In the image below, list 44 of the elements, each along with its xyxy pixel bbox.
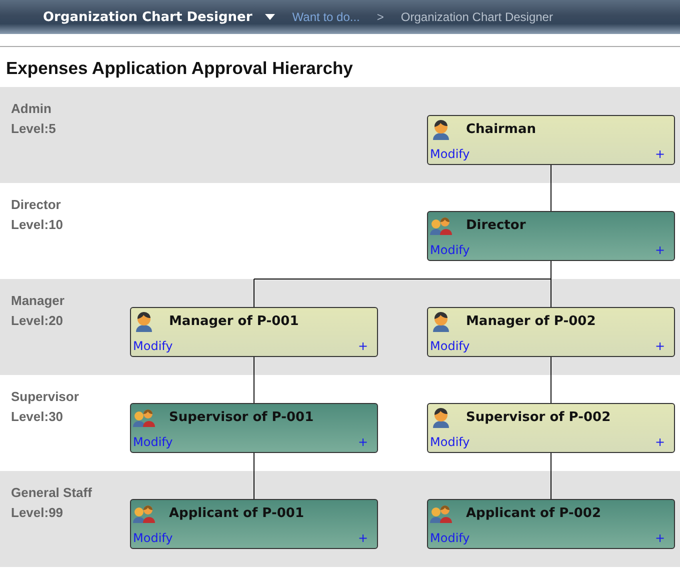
node-title: Supervisor of P-001 <box>169 410 314 424</box>
person-icon <box>430 118 452 140</box>
want-to-do-link[interactable]: Want to do... <box>292 10 360 24</box>
caret-icon[interactable] <box>265 14 276 20</box>
add-child-button[interactable]: + <box>358 530 374 546</box>
node-title: Supervisor of P-002 <box>466 410 611 424</box>
add-child-button[interactable]: + <box>358 434 374 450</box>
modify-link[interactable]: Modify <box>133 434 173 450</box>
modify-link[interactable]: Modify <box>430 146 470 162</box>
add-child-button[interactable]: + <box>654 242 671 258</box>
add-child-button[interactable]: + <box>654 146 671 162</box>
level-number: Level:10 <box>11 216 64 234</box>
modify-link[interactable]: Modify <box>430 242 470 258</box>
node-title: Manager of P-002 <box>466 314 596 328</box>
level-number: Level:20 <box>11 312 64 330</box>
person-icon <box>430 406 452 428</box>
modify-link[interactable]: Modify <box>133 338 173 354</box>
level-number: Level:99 <box>11 504 64 522</box>
add-child-button[interactable]: + <box>358 338 374 354</box>
modify-link[interactable]: Modify <box>133 530 173 546</box>
page-title: Expenses Application Approval Hierarchy <box>5 57 354 80</box>
modify-link[interactable]: Modify <box>430 434 470 450</box>
level-name: Director <box>11 196 61 214</box>
person-icon <box>430 310 452 332</box>
node-title: Director <box>466 218 526 232</box>
level-number: Level:30 <box>11 408 64 426</box>
level-name: Admin <box>11 100 52 118</box>
level-number: Level:5 <box>11 120 56 138</box>
breadcrumb-text: Organization Chart Designer <box>400 10 553 24</box>
app-title: Organization Chart Designer <box>43 10 252 24</box>
level-name: Manager <box>11 292 64 310</box>
breadcrumb-separator: > <box>376 10 384 24</box>
node-title: Chairman <box>466 122 536 136</box>
add-child-button[interactable]: + <box>654 338 671 354</box>
level-name: Supervisor <box>11 388 79 406</box>
add-child-button[interactable]: + <box>654 434 671 450</box>
modify-link[interactable]: Modify <box>430 530 470 546</box>
modify-link[interactable]: Modify <box>430 338 470 354</box>
node-title: Applicant of P-002 <box>466 506 602 520</box>
add-child-button[interactable]: + <box>654 530 671 546</box>
node-title: Applicant of P-001 <box>169 506 304 520</box>
node-title: Manager of P-001 <box>169 314 299 328</box>
level-name: General Staff <box>11 484 92 502</box>
person-icon <box>133 310 155 332</box>
